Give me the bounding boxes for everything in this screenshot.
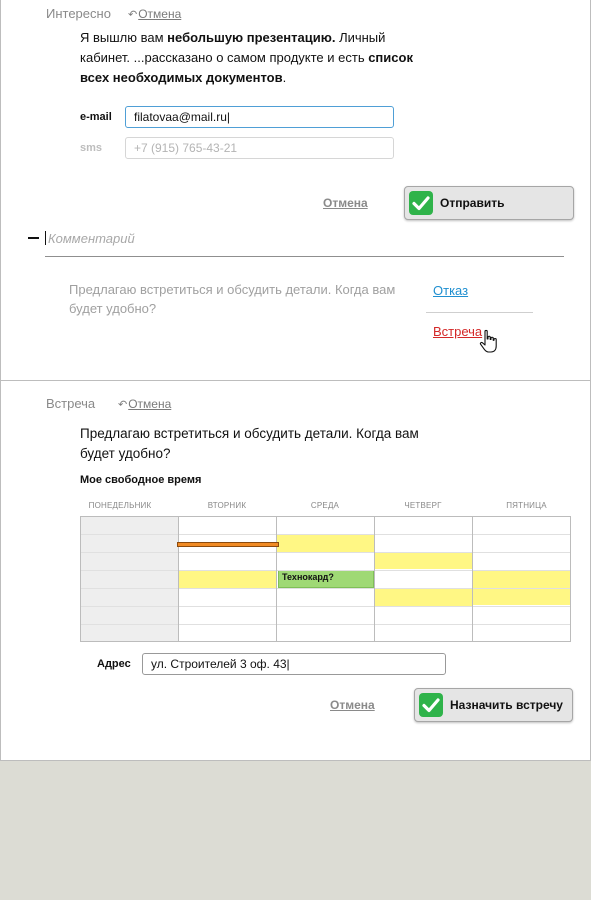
- text-caret: [45, 231, 46, 245]
- comment-input[interactable]: Комментарий: [48, 231, 135, 246]
- undo-arrow-icon: ↶: [118, 399, 128, 411]
- address-label: Адрес: [97, 658, 131, 670]
- schedule-meeting-button[interactable]: Назначить встречу: [414, 688, 573, 722]
- day-header: ПОНЕДЕЛЬНИК: [88, 501, 152, 510]
- schedule-title: Мое свободное время: [80, 474, 202, 486]
- schedule-grid[interactable]: Технокард?: [80, 516, 571, 642]
- collapse-dash-icon[interactable]: [28, 237, 39, 239]
- message-text: Я вышлю вам небольшую презентацию. Личны…: [80, 30, 413, 85]
- day-header: ВТОРНИК: [207, 501, 247, 510]
- drag-selection-bar[interactable]: [177, 542, 279, 547]
- message-panel: Интересно ↶Отмена Я вышлю вам небольшую …: [0, 0, 591, 381]
- free-slot[interactable]: [375, 552, 473, 569]
- day-header: ЧЕТВЕРГ: [404, 501, 442, 510]
- undo-link[interactable]: ↶Отмена: [128, 7, 181, 21]
- action-divider: [426, 312, 533, 313]
- hand-pointer-icon: [479, 329, 497, 353]
- sms-field[interactable]: +7 (915) 765-43-21: [125, 137, 394, 159]
- meet-link[interactable]: Встреча: [433, 324, 482, 339]
- proposal-text: Предлагаю встретиться и обсудить детали.…: [69, 282, 396, 316]
- cancel-link[interactable]: Отмена: [323, 196, 368, 210]
- free-slot[interactable]: [277, 534, 375, 552]
- refuse-link[interactable]: Отказ: [433, 283, 468, 298]
- email-field[interactable]: filatovaa@mail.ru|: [125, 106, 394, 128]
- sms-label: sms: [80, 142, 103, 154]
- day-header: ПЯТНИЦА: [506, 501, 547, 510]
- busy-slot[interactable]: Технокард?: [278, 570, 374, 588]
- meeting-panel: Встреча ↶Отмена Предлагаю встретиться и …: [0, 380, 591, 761]
- undo-link[interactable]: ↶Отмена: [118, 397, 171, 411]
- send-button[interactable]: Отправить: [404, 186, 574, 220]
- monday-column: [81, 517, 178, 641]
- cancel-link[interactable]: Отмена: [330, 698, 375, 712]
- comment-underline: [45, 256, 564, 257]
- day-header: СРЕДА: [310, 501, 340, 510]
- email-label: e-mail: [80, 111, 112, 123]
- check-icon: [419, 693, 443, 717]
- section-title: Интересно: [46, 6, 111, 21]
- section-title: Встреча: [46, 396, 96, 411]
- meeting-message: Предлагаю встретиться и обсудить детали.…: [80, 426, 419, 461]
- check-icon: [409, 191, 433, 215]
- free-slot[interactable]: [375, 588, 473, 606]
- undo-arrow-icon: ↶: [128, 9, 138, 21]
- address-field[interactable]: ул. Строителей 3 оф. 43|: [142, 653, 446, 675]
- free-slot[interactable]: [179, 570, 277, 588]
